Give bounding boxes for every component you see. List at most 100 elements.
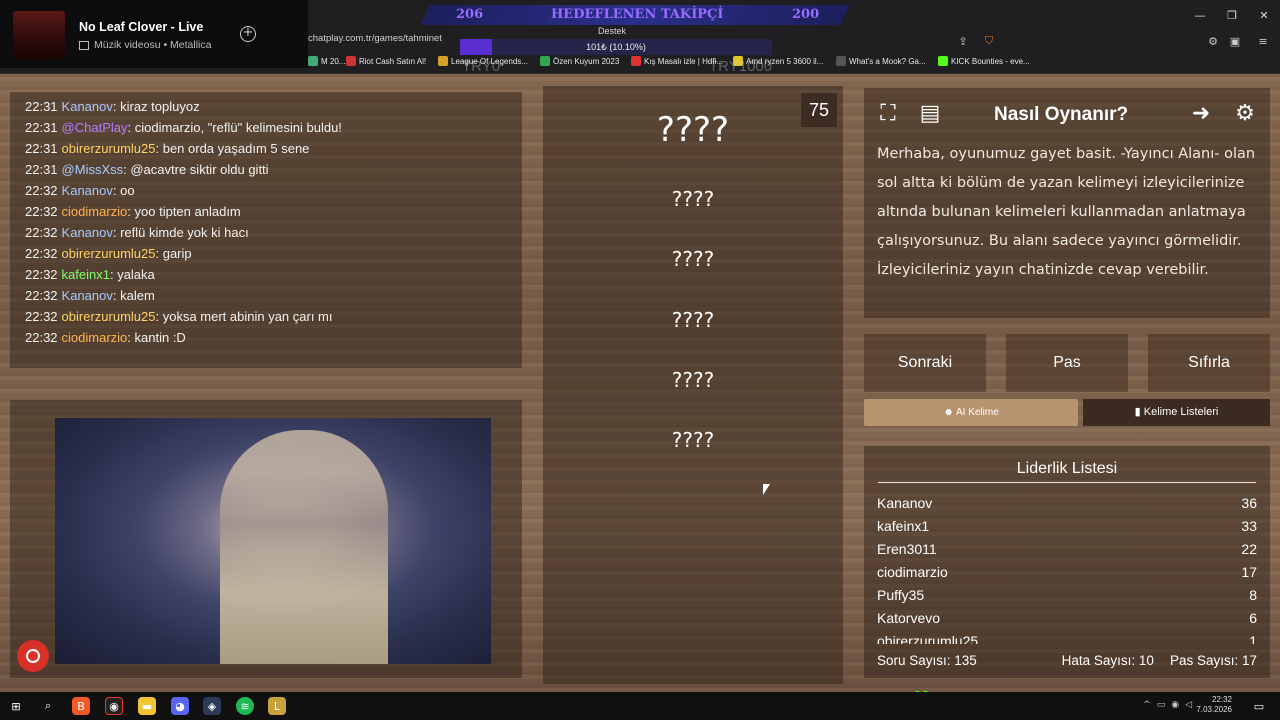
bookmark-item[interactable]: KICK Bounties - eve... bbox=[938, 56, 1030, 66]
bookmark-label: M 20... bbox=[321, 56, 346, 66]
wallet-icon[interactable]: ▣ bbox=[1224, 32, 1246, 50]
player-name: Katorvevo bbox=[877, 610, 941, 626]
chat-message: 22:32 Kananov: kalem bbox=[25, 285, 522, 306]
pass-count: Pas Sayısı: 17 bbox=[1169, 653, 1257, 668]
player-name: Kananov bbox=[877, 495, 933, 511]
chat-username[interactable]: Kananov bbox=[62, 225, 113, 240]
media-subtitle: Müzik videosu • Metallica bbox=[94, 39, 212, 51]
stop-recording-button[interactable] bbox=[17, 640, 49, 672]
close-icon[interactable]: ✕ bbox=[1248, 0, 1280, 30]
bookmark-item[interactable]: Özen Kuyum 2023 bbox=[540, 56, 619, 66]
menu-icon[interactable]: ≡ bbox=[1252, 32, 1274, 50]
chat-time: 22:32 bbox=[25, 183, 58, 198]
chat-message: 22:32 ciodimarzio: yoo tipten anladım bbox=[25, 201, 522, 222]
leaderboard-row: ciodimarzio 17 bbox=[877, 561, 1257, 584]
banner-right-number: 200 bbox=[792, 7, 820, 22]
window-controls: — ❐ ✕ bbox=[1184, 0, 1280, 30]
player-name: ciodimarzio bbox=[877, 564, 948, 580]
bookmark-favicon-icon bbox=[438, 56, 448, 66]
player-score: 6 bbox=[1249, 610, 1257, 626]
chat-time: 22:31 bbox=[25, 120, 58, 135]
minimize-icon[interactable]: — bbox=[1184, 0, 1216, 30]
search-icon[interactable]: ⌕ bbox=[39, 697, 57, 715]
document-icon[interactable]: ▤ bbox=[913, 96, 947, 130]
chat-username[interactable]: @MissXss bbox=[62, 162, 124, 177]
bookmark-item[interactable]: M 20... bbox=[308, 56, 345, 66]
bookmark-favicon-icon bbox=[308, 56, 318, 66]
obs-icon[interactable]: ◉ bbox=[105, 697, 123, 715]
player-score: 22 bbox=[1241, 541, 1257, 557]
chat-message: 22:31 Kananov: kiraz topluyoz bbox=[25, 96, 522, 117]
bookmark-item[interactable]: Riot Cash Satın Al! bbox=[346, 56, 426, 66]
chat-panel: 22:31 Kananov: kiraz topluyoz 22:31 @ChatPl… bbox=[10, 92, 522, 368]
extensions-icon[interactable]: ⚙ bbox=[1202, 32, 1224, 50]
folder-icon[interactable]: ▬ bbox=[138, 697, 156, 715]
chat-message: 22:32 Kananov: reflü kimde yok ki hacı bbox=[25, 222, 522, 243]
chat-text: : yalaka bbox=[109, 267, 155, 282]
add-to-playlist-icon[interactable]: + bbox=[240, 26, 256, 42]
chat-username[interactable]: Kananov bbox=[62, 183, 113, 198]
restore-icon[interactable]: ❐ bbox=[1216, 0, 1248, 30]
chat-username[interactable]: obirerzurumlu25 bbox=[62, 141, 156, 156]
brave-shield-icon[interactable]: ⛉ bbox=[978, 32, 1000, 50]
media-overlay[interactable]: No Leaf Clover - Live Müzik videosu • Me… bbox=[0, 0, 308, 68]
chat-message: 22:31 obirerzurumlu25: ben orda yaşadım 5… bbox=[25, 138, 522, 159]
block-icon bbox=[26, 649, 40, 663]
question-count: Soru Sayısı: 135 bbox=[877, 653, 977, 668]
donation-progress-text: 101₺ (10.10%) bbox=[586, 42, 646, 52]
chat-time: 22:31 bbox=[25, 141, 58, 156]
chat-username[interactable]: ciodimarzio bbox=[62, 330, 128, 345]
player-score: 8 bbox=[1249, 587, 1257, 603]
chat-time: 22:31 bbox=[25, 162, 58, 177]
pass-button[interactable]: Pas bbox=[1006, 334, 1128, 392]
howto-text: Merhaba, oyunumuz gayet basit. -Yayıncı … bbox=[877, 146, 1256, 278]
chat-message: 22:32 Kananov: oo bbox=[25, 180, 522, 201]
share-icon[interactable]: ⇪ bbox=[952, 32, 974, 50]
url-field[interactable]: chatplay.com.tr/games/tahminet bbox=[308, 33, 442, 44]
clock-date: 7.03.2026 bbox=[1196, 705, 1232, 714]
battle-net-icon[interactable]: ◈ bbox=[203, 697, 221, 715]
donation-progress: 101₺ (10.10%) bbox=[460, 39, 772, 55]
notifications-icon[interactable]: ▭ bbox=[1250, 697, 1268, 715]
reset-button[interactable]: Sıfırla bbox=[1148, 334, 1270, 392]
target-word: ???? bbox=[656, 110, 730, 150]
chat-username[interactable]: ciodimarzio bbox=[62, 204, 128, 219]
ai-bot-icon: ☻ bbox=[943, 407, 956, 418]
media-subtitle-row: Müzik videosu • Metallica bbox=[79, 39, 211, 51]
error-count: Hata Sayısı: 10 bbox=[1061, 653, 1154, 668]
settings-gear-icon[interactable]: ⚙ bbox=[1228, 96, 1262, 130]
word-lists-button[interactable]: ▮ Kelime Listeleri bbox=[1083, 399, 1270, 426]
howto-title: Nasıl Oynanır? bbox=[994, 104, 1129, 125]
bookmark-item[interactable]: What's a Mook? Ga... bbox=[836, 56, 926, 66]
chat-message: 22:32 ciodimarzio: kantin :D bbox=[25, 327, 522, 348]
discord-icon[interactable]: ◕ bbox=[171, 697, 189, 715]
chat-username[interactable]: kafeinx1 bbox=[62, 267, 110, 282]
leaderboard-row: kafeinx1 33 bbox=[877, 515, 1257, 538]
chat-time: 22:32 bbox=[25, 204, 58, 219]
windows-start-icon[interactable]: ⊞ bbox=[7, 697, 25, 715]
chat-username[interactable]: Kananov bbox=[62, 99, 113, 114]
chat-username[interactable]: @ChatPlay bbox=[62, 120, 128, 135]
bookmark-label: What's a Mook? Ga... bbox=[849, 56, 926, 66]
chat-text: : yoksa mert abinin yan çarı mı bbox=[155, 309, 333, 324]
exit-icon[interactable]: ➜ bbox=[1184, 96, 1218, 130]
clock[interactable]: 22:32 7.03.2026 bbox=[1196, 695, 1232, 715]
bookmark-favicon-icon bbox=[836, 56, 846, 66]
chat-username[interactable]: obirerzurumlu25 bbox=[62, 246, 156, 261]
chat-username[interactable]: Kananov bbox=[62, 288, 113, 303]
system-tray-icons[interactable]: ^▭◉◁ bbox=[1143, 700, 1198, 710]
chat-message: 22:32 obirerzurumlu25: yoksa mert abinin … bbox=[25, 306, 522, 327]
spotify-icon[interactable]: ≋ bbox=[236, 697, 254, 715]
chat-message: 22:31 @MissXss: @acavtre siktir oldu gitt… bbox=[25, 159, 522, 180]
fullscreen-icon[interactable]: ⛶ bbox=[871, 96, 905, 130]
leaderboard-list: Kananov 36 kafeinx1 33 Eren3011 22 ciodimarzio… bbox=[877, 492, 1257, 644]
ai-word-button[interactable]: ☻ AI Kelime bbox=[864, 399, 1078, 426]
brave-icon[interactable]: B bbox=[72, 697, 90, 715]
chat-text: : kiraz topluyoz bbox=[112, 99, 200, 114]
next-button[interactable]: Sonraki bbox=[864, 334, 986, 392]
leaderboard-row: Puffy35 8 bbox=[877, 584, 1257, 607]
league-icon[interactable]: L bbox=[268, 697, 286, 715]
list-icon: ▮ bbox=[1134, 406, 1144, 418]
chat-text: : ciodimarzio, "reflü" kelimesini buldu! bbox=[127, 120, 342, 135]
chat-username[interactable]: obirerzurumlu25 bbox=[62, 309, 156, 324]
